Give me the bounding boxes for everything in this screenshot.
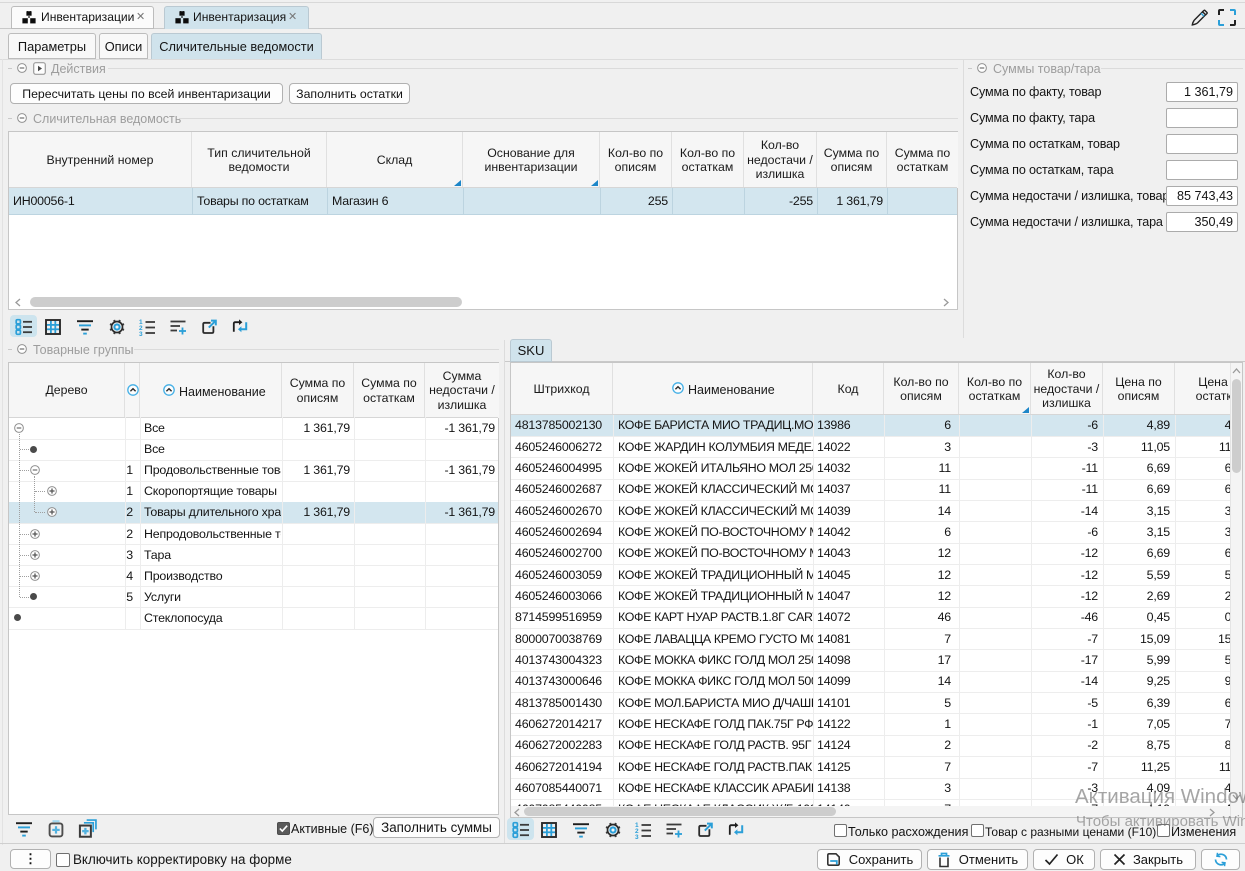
svg-text:3: 3 [635,834,639,839]
svg-text:3: 3 [139,331,143,336]
